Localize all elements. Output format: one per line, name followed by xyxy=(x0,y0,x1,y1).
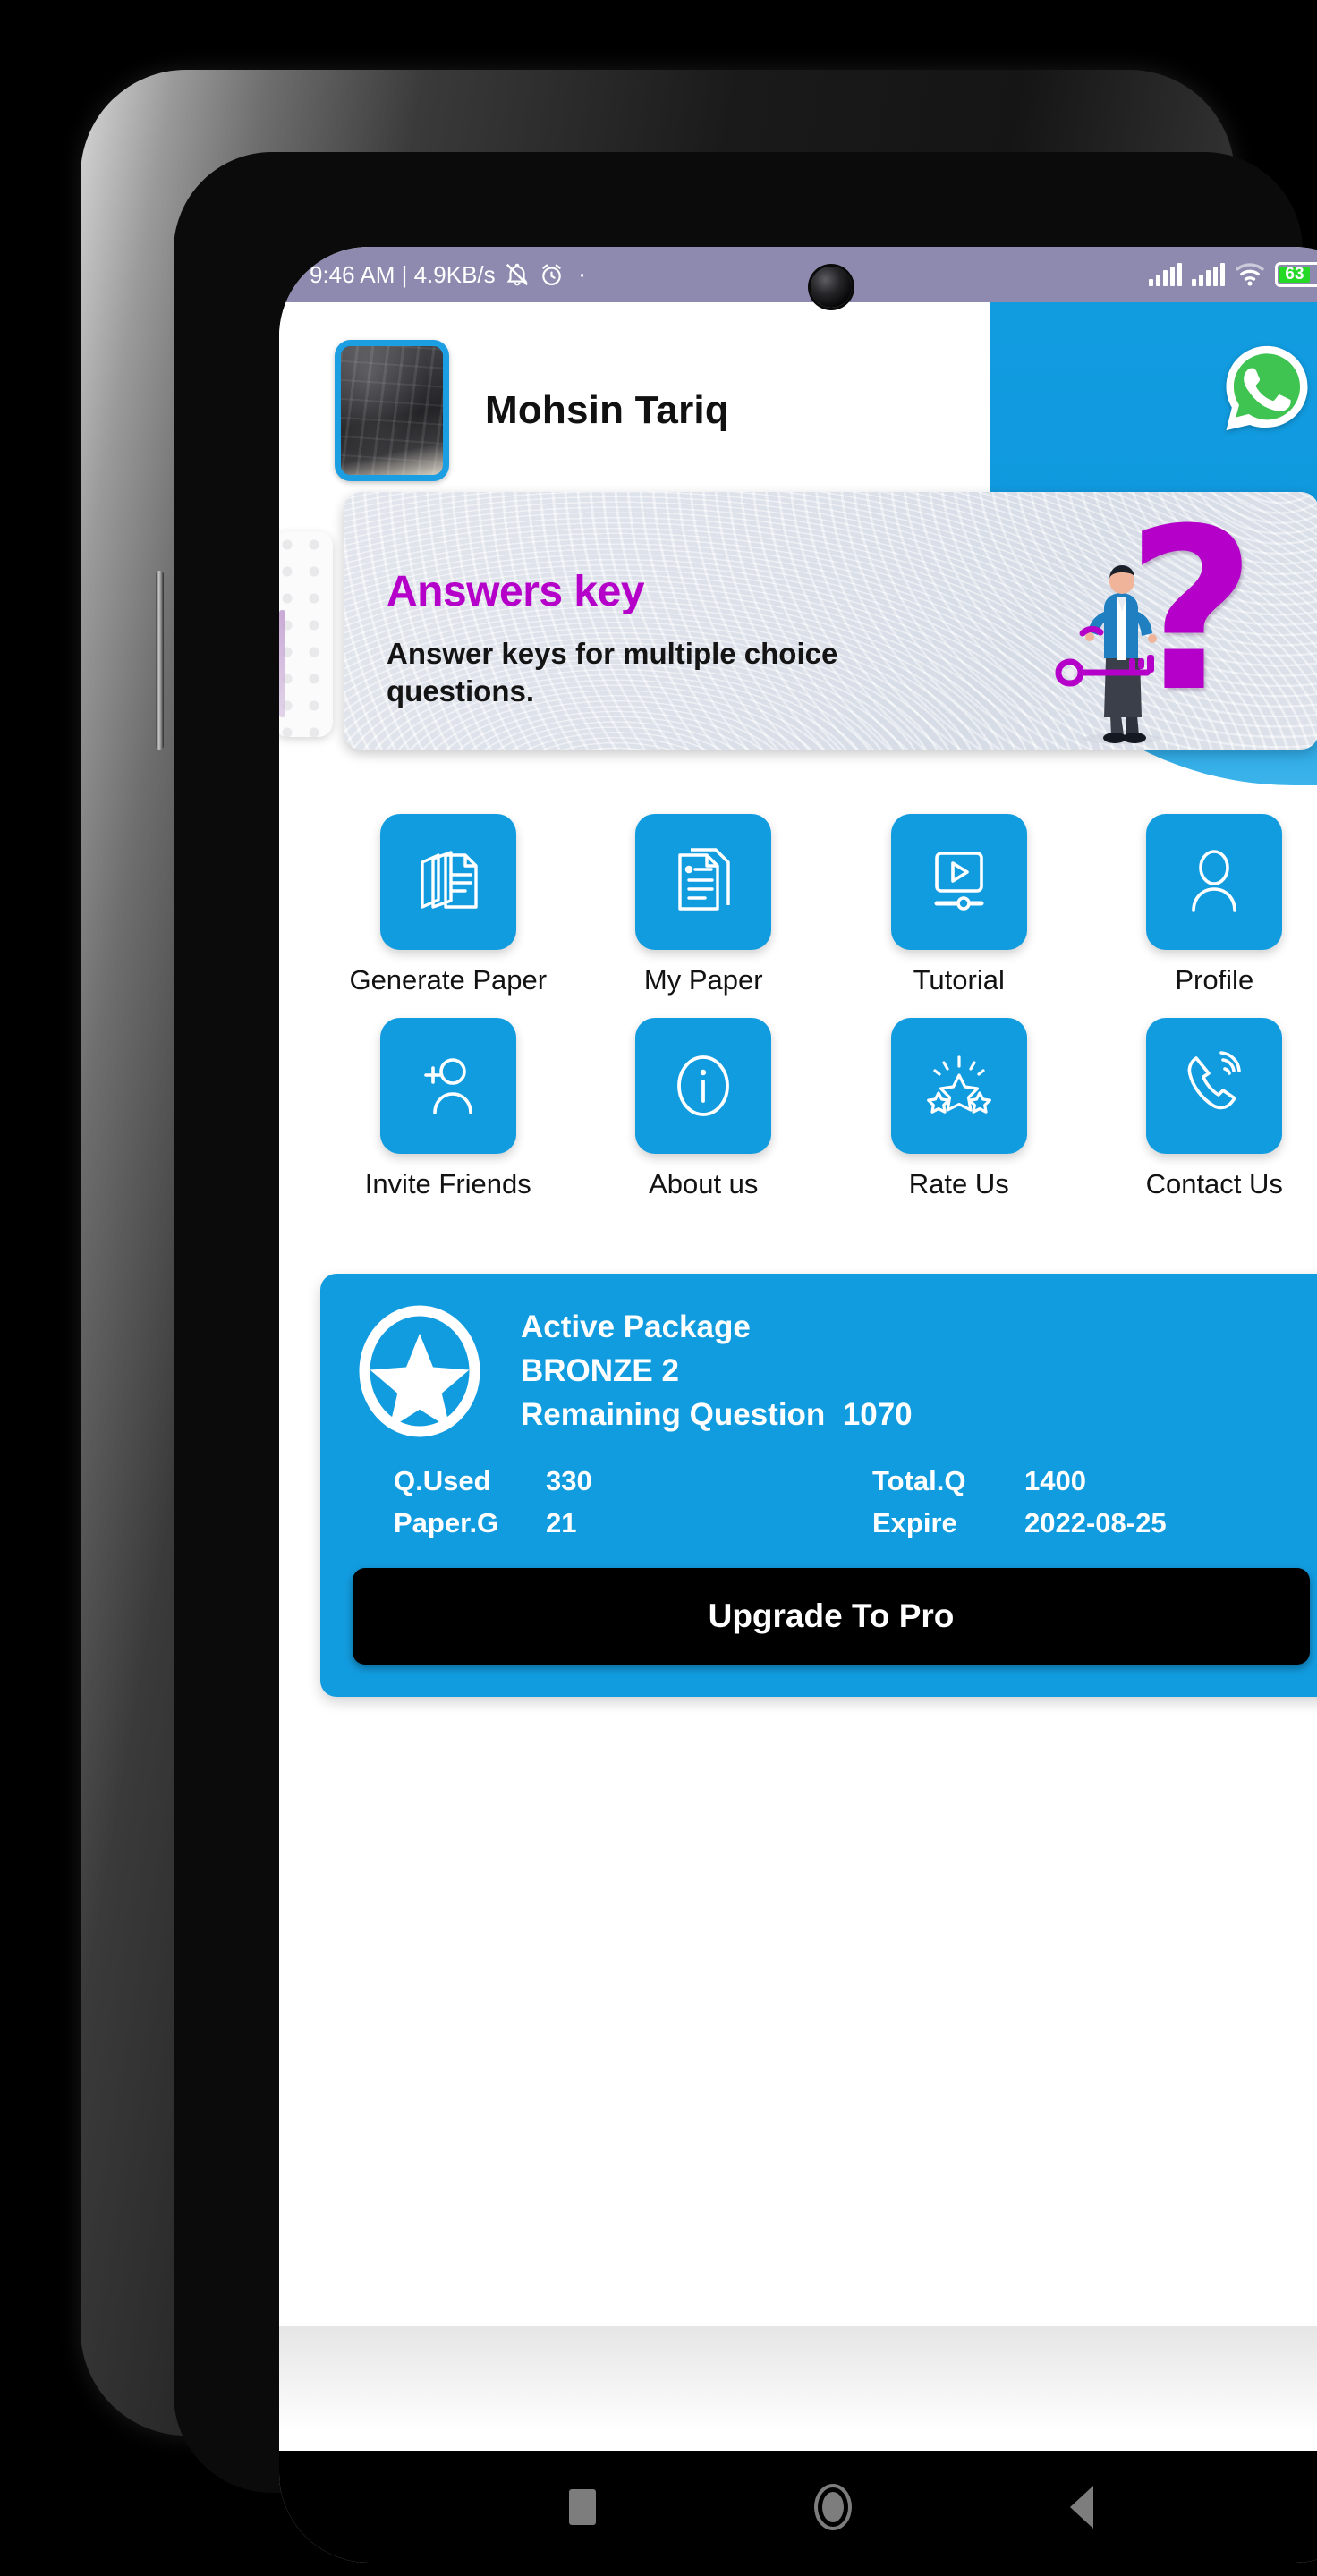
package-heading: Active Package xyxy=(521,1309,751,1344)
banner-title: Answers key xyxy=(387,568,645,615)
screenshot-stage: 9:46 AM | 4.9KB/s · 63 Mohsin Tariq Answ… xyxy=(0,0,1317,2576)
star-in-circle-icon xyxy=(359,1305,480,1437)
circle-home-icon[interactable] xyxy=(814,2483,852,2530)
stat-value: 21 xyxy=(546,1507,577,1538)
status-time-speed: 9:46 AM | 4.9KB/s xyxy=(310,260,496,288)
grid-item-generate-paper[interactable]: Generate Paper xyxy=(320,814,576,996)
stacked-documents-icon[interactable] xyxy=(379,814,516,950)
grid-item-about-us[interactable]: About us xyxy=(576,1018,832,1200)
grid-item-rate-us[interactable]: Rate Us xyxy=(831,1018,1087,1200)
grid-item-profile[interactable]: Profile xyxy=(1087,814,1317,996)
phone-call-icon[interactable] xyxy=(1146,1018,1283,1154)
phone-screen: 9:46 AM | 4.9KB/s · 63 Mohsin Tariq Answ… xyxy=(279,247,1317,2563)
package-stats: Q.Used 330 Total.Q 1400 Paper.G 21 Expir… xyxy=(353,1465,1310,1539)
video-player-icon[interactable] xyxy=(890,814,1027,950)
bell-mute-icon xyxy=(506,263,528,286)
grid-label: About us xyxy=(649,1168,759,1199)
stat-key: Total.Q xyxy=(872,1465,966,1496)
android-nav-bar xyxy=(279,2451,1317,2563)
stat-total-q: Total.Q 1400 xyxy=(831,1465,1310,1497)
grid-label: Generate Paper xyxy=(349,964,548,996)
avatar-image xyxy=(341,346,443,475)
banner-card[interactable]: Answers key Answer keys for multiple cho… xyxy=(344,492,1317,750)
add-person-icon[interactable] xyxy=(379,1018,516,1154)
phone-inner-bezel: 9:46 AM | 4.9KB/s · 63 Mohsin Tariq Answ… xyxy=(174,152,1317,2563)
front-camera-icon xyxy=(811,267,852,308)
feature-grid: Generate Paper My Paper Tutorial Profile… xyxy=(279,814,1317,1200)
wifi-icon xyxy=(1236,263,1264,286)
signal-bars-icon-2 xyxy=(1192,263,1225,286)
stat-q-used: Q.Used 330 xyxy=(353,1465,831,1497)
grid-item-my-paper[interactable]: My Paper xyxy=(576,814,832,996)
package-header: Active Package BRONZE 2 Remaining Questi… xyxy=(353,1304,1310,1438)
stat-key: Paper.G xyxy=(394,1507,499,1538)
app-content: Mohsin Tariq Answers key Answer keys for… xyxy=(279,302,1317,2451)
banner-carousel[interactable]: Answers key Answer keys for multiple cho… xyxy=(279,476,1317,762)
status-bar: 9:46 AM | 4.9KB/s · 63 xyxy=(279,247,1317,302)
stat-key: Expire xyxy=(872,1507,957,1538)
package-plan: BRONZE 2 xyxy=(521,1353,679,1388)
person-with-key-illustration xyxy=(1055,565,1161,744)
active-package-card: Active Package BRONZE 2 Remaining Questi… xyxy=(320,1274,1317,1697)
grid-item-invite-friends[interactable]: Invite Friends xyxy=(320,1018,576,1200)
left-side-button[interactable] xyxy=(156,571,164,750)
stat-value: 1400 xyxy=(1024,1465,1086,1496)
profile-avatar[interactable] xyxy=(335,340,449,481)
person-icon[interactable] xyxy=(1146,814,1283,950)
user-name: Mohsin Tariq xyxy=(485,388,729,432)
content-bottom-shadow xyxy=(279,2326,1317,2433)
upgrade-to-pro-button[interactable]: Upgrade To Pro xyxy=(353,1568,1310,1665)
peek-pattern xyxy=(279,531,333,737)
phone-frame: 9:46 AM | 4.9KB/s · 63 Mohsin Tariq Answ… xyxy=(81,70,1317,2563)
package-remaining: Remaining Question 1070 xyxy=(521,1397,913,1433)
grid-label: Contact Us xyxy=(1145,1168,1283,1199)
stat-paper-g: Paper.G 21 xyxy=(353,1507,831,1539)
alarm-clock-icon xyxy=(541,264,561,285)
triangle-back-icon[interactable] xyxy=(1070,2485,1093,2529)
signal-bars-icon xyxy=(1149,263,1182,286)
stat-key: Q.Used xyxy=(394,1465,491,1496)
package-remaining-label: Remaining Question xyxy=(521,1397,826,1432)
stat-value: 2022-08-25 xyxy=(1024,1507,1167,1538)
whatsapp-icon[interactable] xyxy=(1220,342,1313,435)
package-text: Active Package BRONZE 2 Remaining Questi… xyxy=(521,1309,913,1433)
grid-label: Rate Us xyxy=(908,1168,1009,1199)
stat-expire: Expire 2022-08-25 xyxy=(831,1507,1310,1539)
app-header: Mohsin Tariq xyxy=(279,302,1317,481)
grid-label: My Paper xyxy=(643,964,763,996)
banner-subtitle: Answer keys for multiple choice question… xyxy=(387,637,838,708)
peek-accent-bar xyxy=(279,610,285,717)
status-bar-left: 9:46 AM | 4.9KB/s · xyxy=(310,259,587,289)
battery-icon: 63 xyxy=(1275,262,1317,287)
stars-icon[interactable] xyxy=(890,1018,1027,1154)
grid-label: Tutorial xyxy=(913,964,1005,996)
document-list-icon[interactable] xyxy=(635,814,772,950)
grid-item-tutorial[interactable]: Tutorial xyxy=(831,814,1087,996)
square-recents-icon[interactable] xyxy=(569,2488,596,2525)
grid-label: Profile xyxy=(1175,964,1254,996)
stat-value: 330 xyxy=(546,1465,592,1496)
status-bar-right: 63 xyxy=(1149,261,1317,288)
grid-label: Invite Friends xyxy=(364,1168,531,1199)
grid-item-contact-us[interactable]: Contact Us xyxy=(1087,1018,1317,1200)
carousel-peek-left[interactable] xyxy=(279,531,333,737)
battery-percent: 63 xyxy=(1279,265,1310,284)
package-remaining-value: 1070 xyxy=(842,1397,913,1432)
info-icon[interactable] xyxy=(635,1018,772,1154)
